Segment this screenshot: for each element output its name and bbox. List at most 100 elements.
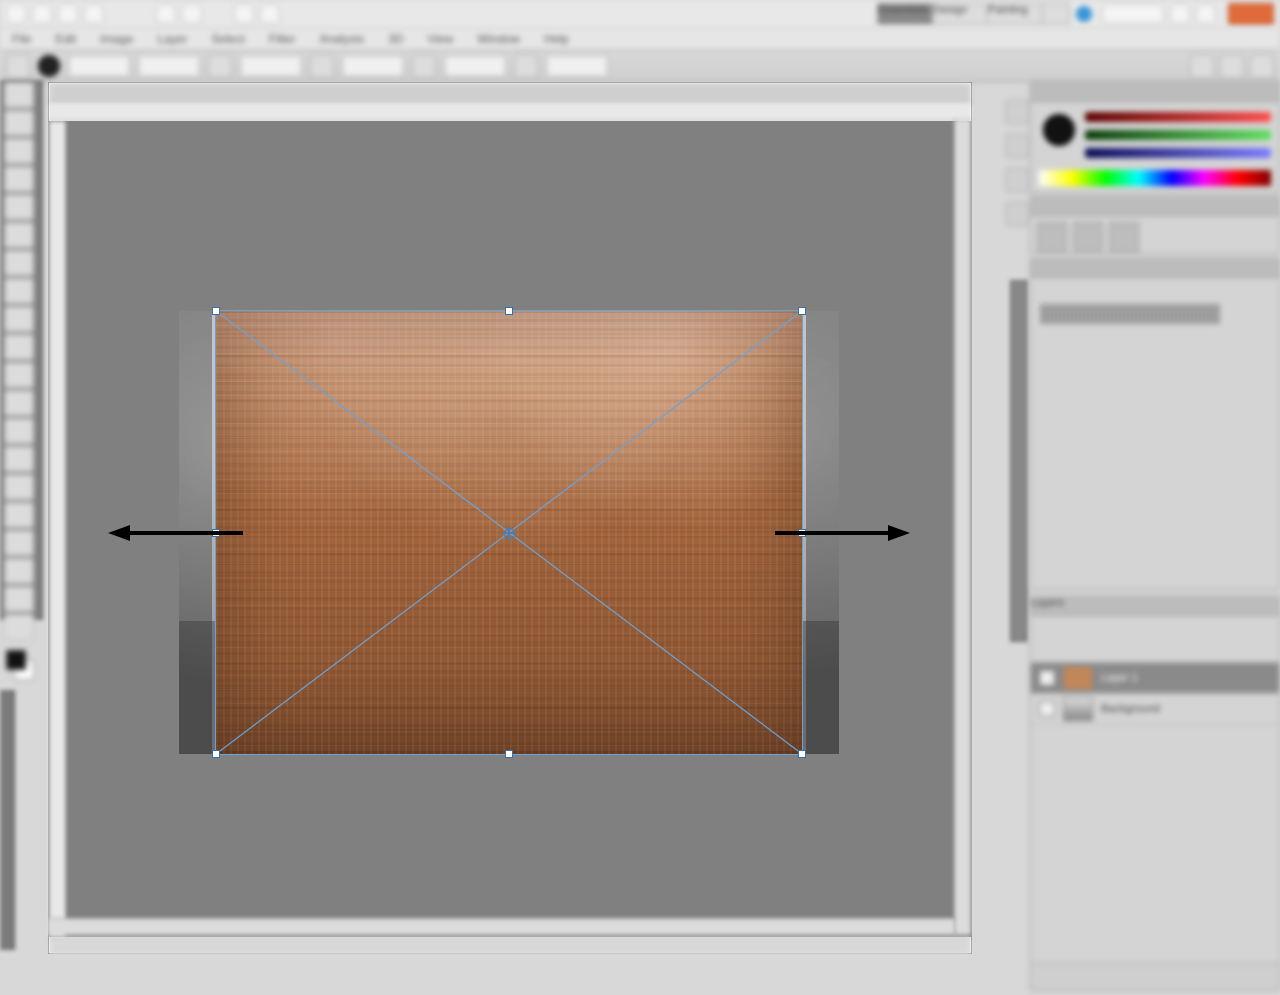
menu-window[interactable]: Window <box>473 30 524 48</box>
layer-name[interactable]: Background <box>1101 703 1160 715</box>
menu-3d[interactable]: 3D <box>384 30 407 48</box>
color-panel-header[interactable] <box>1031 83 1279 102</box>
cancel-icon[interactable] <box>1220 54 1244 78</box>
workspace-switcher[interactable]: Essentials Design Painting <box>877 3 1070 25</box>
eyedropper-tool[interactable] <box>4 222 34 248</box>
titlebar-btn[interactable] <box>234 4 254 24</box>
layer-row[interactable]: Background <box>1031 694 1279 725</box>
fg-bg-swatches[interactable] <box>4 650 32 680</box>
panel-icon[interactable] <box>1006 202 1030 226</box>
menu-file[interactable]: File <box>8 30 35 48</box>
slider-green[interactable] <box>1085 130 1271 140</box>
menu-edit[interactable]: Edit <box>51 30 80 48</box>
panel-icon[interactable] <box>1006 168 1030 192</box>
swatch-thumb[interactable] <box>1109 222 1139 252</box>
pen-tool[interactable] <box>4 474 34 500</box>
window-maximize[interactable] <box>1196 4 1216 24</box>
titlebar-btn[interactable] <box>156 4 176 24</box>
foreground-swatch[interactable] <box>38 55 60 77</box>
shape-tool[interactable] <box>4 558 34 584</box>
titlebar-btn[interactable] <box>58 4 78 24</box>
workspace-option[interactable]: Painting <box>987 3 1042 25</box>
option-field[interactable] <box>68 55 130 77</box>
option-field[interactable] <box>342 55 404 77</box>
gradient-tool[interactable] <box>4 390 34 416</box>
titlebar-btn[interactable] <box>84 4 104 24</box>
color-foreground-swatch[interactable] <box>1043 114 1075 146</box>
options-menu-icon[interactable] <box>1250 54 1274 78</box>
titlebar-btn[interactable] <box>32 4 52 24</box>
collapsed-dock-strip[interactable] <box>1010 280 1028 642</box>
document-tabbar[interactable] <box>49 83 971 104</box>
marquee-tool[interactable] <box>4 110 34 136</box>
swatch-thumb[interactable] <box>1073 222 1103 252</box>
crop-tool[interactable] <box>4 194 34 220</box>
visibility-toggle-icon[interactable] <box>1039 670 1055 686</box>
path-tool[interactable] <box>4 530 34 556</box>
blur-tool[interactable] <box>4 418 34 444</box>
free-transform-layer[interactable] <box>216 311 802 754</box>
option-field[interactable] <box>240 55 302 77</box>
collapsed-dock-strip[interactable] <box>0 690 15 950</box>
hand-tool[interactable] <box>4 586 34 612</box>
cs-live[interactable] <box>1102 4 1164 24</box>
layers-options-row[interactable] <box>1031 616 1279 663</box>
option-field[interactable] <box>546 55 608 77</box>
menu-layer[interactable]: Layer <box>153 30 191 48</box>
foreground-color[interactable] <box>6 650 26 670</box>
tool-preset-picker[interactable] <box>6 54 30 78</box>
eraser-tool[interactable] <box>4 362 34 388</box>
layer-name[interactable]: Layer 1 <box>1101 672 1138 684</box>
brush-tool[interactable] <box>4 278 34 304</box>
menu-filter[interactable]: Filter <box>265 30 300 48</box>
swatches-panel-header[interactable] <box>1031 197 1279 216</box>
wand-tool[interactable] <box>4 166 34 192</box>
move-tool[interactable] <box>4 82 34 108</box>
menu-image[interactable]: Image <box>96 30 137 48</box>
menu-view[interactable]: View <box>423 30 457 48</box>
menu-analysis[interactable]: Analysis <box>315 30 368 48</box>
option-field[interactable] <box>138 55 200 77</box>
zoom-tool[interactable] <box>4 614 34 640</box>
slider-blue[interactable] <box>1085 148 1271 158</box>
layer-row[interactable]: Layer 1 <box>1031 663 1279 694</box>
option-field[interactable] <box>444 55 506 77</box>
panel-icon[interactable] <box>1006 100 1030 124</box>
cs-live-icon[interactable] <box>1076 6 1092 22</box>
swatch-thumb[interactable] <box>1037 222 1067 252</box>
menu-select[interactable]: Select <box>207 30 248 48</box>
lasso-tool[interactable] <box>4 138 34 164</box>
scrollbar-horizontal[interactable] <box>49 918 955 935</box>
titlebar-btn[interactable] <box>260 4 280 24</box>
adjustments-panel-header[interactable] <box>1031 259 1279 278</box>
stamp-tool[interactable] <box>4 306 34 332</box>
color-spectrum[interactable] <box>1039 170 1271 186</box>
window-close[interactable] <box>1228 3 1274 25</box>
workspace-option[interactable]: Design <box>932 3 987 25</box>
menu-help[interactable]: Help <box>540 30 573 48</box>
canvas-area[interactable] <box>49 121 971 937</box>
commit-icon[interactable] <box>1190 54 1214 78</box>
workspace-active[interactable]: Essentials <box>877 3 932 25</box>
panel-icon[interactable] <box>1006 134 1030 158</box>
option-toggle[interactable] <box>310 54 334 78</box>
option-toggle[interactable] <box>412 54 436 78</box>
layer-thumbnail[interactable] <box>1063 697 1093 721</box>
image-canvas[interactable] <box>179 311 839 754</box>
scrollbar-vertical[interactable] <box>954 119 971 935</box>
layer-thumbnail[interactable] <box>1063 666 1093 690</box>
heal-tool[interactable] <box>4 250 34 276</box>
option-toggle[interactable] <box>514 54 538 78</box>
app-icon[interactable] <box>6 4 26 24</box>
layers-footer[interactable] <box>1031 963 1279 990</box>
visibility-toggle-icon[interactable] <box>1039 701 1055 717</box>
slider-red[interactable] <box>1085 112 1271 122</box>
type-tool[interactable] <box>4 502 34 528</box>
titlebar-btn[interactable] <box>182 4 202 24</box>
dodge-tool[interactable] <box>4 446 34 472</box>
layers-panel-header[interactable]: Layers <box>1031 597 1279 616</box>
option-toggle[interactable] <box>208 54 232 78</box>
history-brush-tool[interactable] <box>4 334 34 360</box>
ruler-horizontal[interactable] <box>49 104 971 121</box>
workspace-more[interactable] <box>1042 3 1070 25</box>
